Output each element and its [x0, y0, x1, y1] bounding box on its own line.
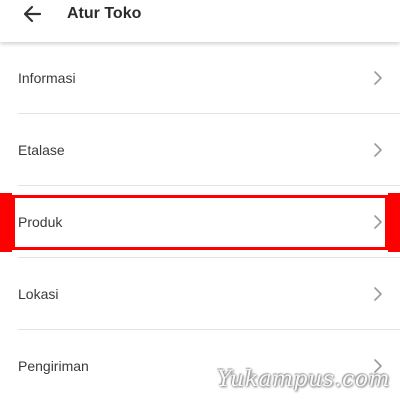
chevron-right-icon	[374, 71, 382, 85]
chevron-right-icon	[374, 215, 382, 229]
menu-item-lokasi[interactable]: Lokasi	[0, 258, 400, 330]
screen: Atur Toko Informasi Etalase Produk Lokas	[0, 0, 400, 400]
chevron-right-icon	[374, 359, 382, 373]
menu-item-label: Informasi	[18, 70, 76, 86]
menu-item-label: Pengiriman	[18, 358, 89, 374]
back-button[interactable]	[18, 0, 46, 28]
menu-item-pengiriman[interactable]: Pengiriman	[0, 330, 400, 400]
arrow-left-icon	[23, 5, 42, 23]
menu-item-informasi[interactable]: Informasi	[0, 42, 400, 114]
menu-item-label: Lokasi	[18, 286, 59, 302]
page-title: Atur Toko	[67, 5, 142, 22]
chevron-right-icon	[374, 143, 382, 157]
menu-item-produk[interactable]: Produk	[0, 186, 400, 258]
menu-item-etalase[interactable]: Etalase	[0, 114, 400, 186]
menu-item-label: Etalase	[18, 142, 65, 158]
menu-item-label: Produk	[18, 214, 63, 230]
app-bar: Atur Toko	[0, 0, 400, 42]
chevron-right-icon	[374, 287, 382, 301]
